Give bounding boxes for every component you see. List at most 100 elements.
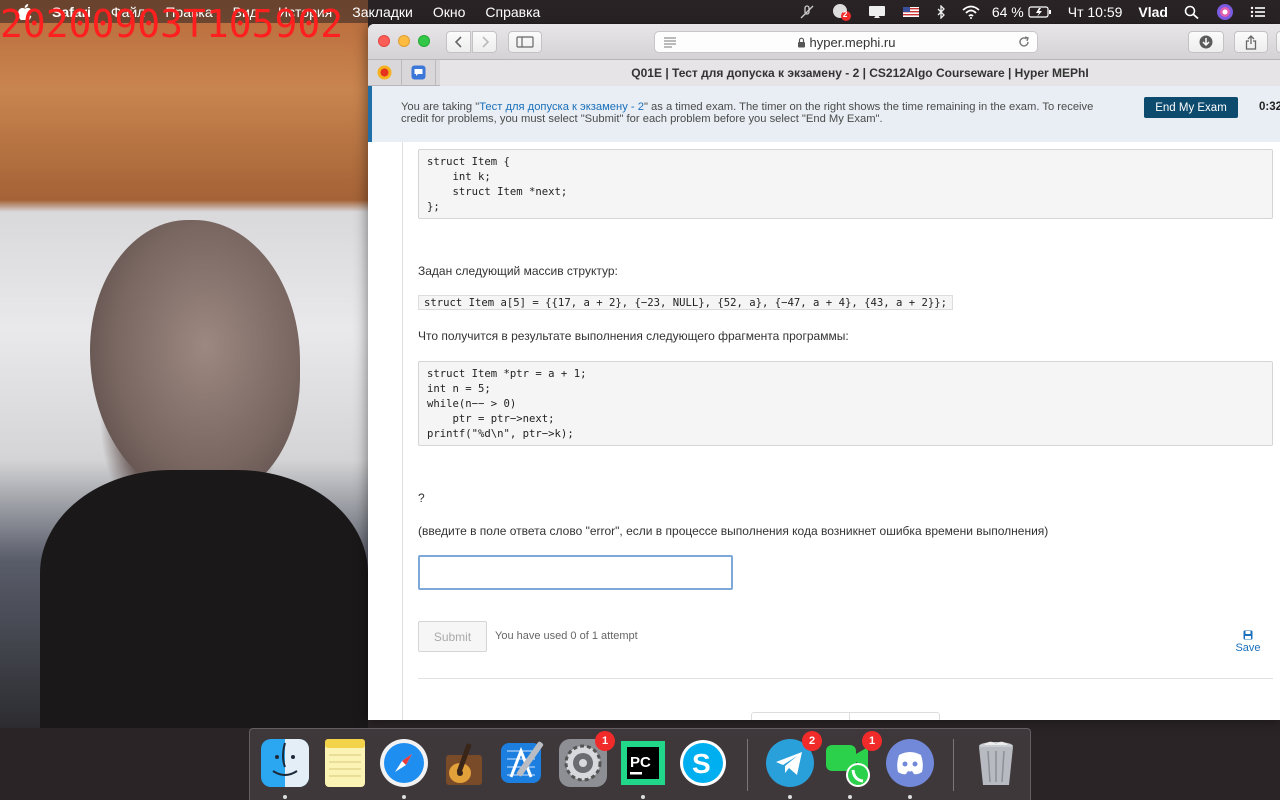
screen-mirror-icon[interactable] [868, 5, 886, 19]
pinned-tab-messages[interactable] [402, 59, 436, 86]
browser-toolbar: hyper.mephi.ru [368, 24, 1280, 60]
submit-button[interactable]: Submit [418, 621, 487, 652]
share-button[interactable] [1234, 31, 1268, 53]
pinned-tab-yandex[interactable] [368, 59, 402, 86]
downloads-button[interactable] [1188, 31, 1224, 53]
exam-notice-prefix: You are taking " [401, 101, 480, 113]
fullscreen-window-button[interactable] [418, 35, 430, 47]
sequence-nav[interactable] [751, 712, 940, 720]
running-indicator [908, 795, 912, 799]
user-name[interactable]: Vlad [1138, 4, 1168, 20]
running-indicator [848, 795, 852, 799]
array-declaration-code: struct Item a[5] = {{17, a + 2}, {−23, N… [418, 295, 953, 310]
notes-icon [325, 739, 365, 787]
close-window-button[interactable] [378, 35, 390, 47]
new-tab-button[interactable] [1276, 31, 1280, 53]
notification-badge: 1 [595, 731, 615, 751]
running-indicator [641, 795, 645, 799]
wifi-icon[interactable] [962, 5, 980, 19]
back-button[interactable] [446, 31, 471, 53]
reload-icon[interactable] [1017, 35, 1031, 49]
end-exam-button[interactable]: End My Exam [1144, 97, 1238, 118]
battery-percent[interactable]: 64 % [992, 4, 1024, 20]
answer-hint: (введите в поле ответа слово "error", ес… [418, 524, 1049, 538]
dock-safari[interactable] [378, 737, 430, 789]
guitar-icon [446, 743, 482, 785]
chevron-left-icon [454, 36, 462, 48]
menu-bookmarks[interactable]: Закладки [352, 4, 413, 20]
safari-icon [380, 739, 428, 787]
dock-discord[interactable] [884, 737, 936, 789]
recording-timestamp: 20200903T105902 [0, 2, 344, 46]
minimize-window-button[interactable] [398, 35, 410, 47]
struct-definition-code: struct Item { int k; struct Item *next; … [418, 149, 1273, 219]
exam-timer: 0:32: [1259, 101, 1280, 113]
running-indicator [402, 795, 406, 799]
download-icon [1199, 35, 1213, 49]
webcam-feed [0, 0, 368, 728]
skype-icon: S [680, 740, 726, 786]
dock-separator [747, 739, 748, 791]
dock-finder[interactable] [259, 737, 311, 789]
menu-help[interactable]: Справка [485, 4, 540, 20]
exam-notice: You are taking "Тест для допуска к экзам… [401, 101, 1101, 125]
dock-telegram[interactable]: 2 [764, 731, 822, 789]
array-prompt: Задан следующий массив структур: [418, 264, 618, 278]
sidebar-icon [516, 36, 534, 48]
save-label: Save [1235, 642, 1261, 654]
reader-mode-icon[interactable] [663, 36, 677, 48]
discord-icon [886, 739, 934, 787]
finder-icon [261, 739, 309, 787]
svg-text:PC: PC [630, 754, 651, 771]
forward-button[interactable] [472, 31, 497, 53]
answer-field[interactable] [418, 555, 733, 590]
content-left-divider [402, 142, 403, 720]
bluetooth-icon[interactable] [936, 4, 946, 19]
dock-facetime[interactable]: 1 [824, 731, 882, 789]
chevron-right-icon [481, 36, 489, 48]
fragment-prompt: Что получится в результате выполнения сл… [418, 329, 849, 343]
battery-icon[interactable] [1028, 5, 1052, 19]
share-icon [1245, 34, 1257, 50]
attempts-counter: You have used 0 of 1 attempt [495, 630, 638, 642]
clock[interactable]: Чт 10:59 [1068, 4, 1123, 20]
running-indicator [788, 795, 792, 799]
notification-badge: 2 [802, 731, 822, 751]
webcam-person-shirt [40, 470, 368, 728]
notification-app-icon[interactable]: 2 [832, 3, 852, 21]
siri-icon[interactable] [1216, 3, 1234, 21]
url-text: hyper.mephi.ru [809, 34, 896, 50]
dock-skype[interactable]: S [677, 737, 729, 789]
timed-exam-banner: You are taking "Тест для допуска к экзам… [368, 86, 1280, 142]
dock-trash[interactable] [970, 737, 1022, 789]
exam-page: You are taking "Тест для допуска к экзам… [368, 86, 1280, 720]
dock: 1 PC S 2 1 [249, 728, 1031, 800]
section-divider [418, 678, 1273, 679]
question-mark: ? [418, 491, 425, 505]
dock-garageband[interactable] [438, 737, 490, 789]
active-tab[interactable]: Q01E | Тест для допуска к экзамену - 2 |… [440, 60, 1280, 86]
svg-text:S: S [692, 748, 711, 779]
sidebar-toggle-button[interactable] [508, 31, 542, 53]
notification-badge: 2 [842, 9, 848, 19]
trash-icon [979, 741, 1013, 785]
us-flag-icon[interactable] [902, 5, 920, 19]
dock-separator [953, 739, 954, 791]
dock-xcode[interactable] [497, 737, 549, 789]
dock-notes[interactable] [319, 737, 371, 789]
menu-window[interactable]: Окно [433, 4, 466, 20]
xcode-icon [501, 741, 544, 783]
dock-pycharm[interactable]: PC [617, 737, 669, 789]
notification-badge: 1 [862, 731, 882, 751]
address-bar[interactable]: hyper.mephi.ru [654, 31, 1038, 53]
tab-bar: Q01E | Тест для допуска к экзамену - 2 |… [368, 59, 1280, 86]
dock-system-preferences[interactable]: 1 [557, 731, 615, 789]
exam-name-link[interactable]: Тест для допуска к экзамену - 2 [479, 101, 644, 113]
running-indicator [283, 795, 287, 799]
notification-center-icon[interactable] [1250, 5, 1266, 19]
lock-icon [797, 37, 805, 47]
save-button[interactable]: Save [1226, 630, 1270, 654]
chat-icon [411, 65, 426, 80]
mic-muted-icon[interactable] [798, 4, 816, 19]
spotlight-search-icon[interactable] [1184, 5, 1200, 19]
